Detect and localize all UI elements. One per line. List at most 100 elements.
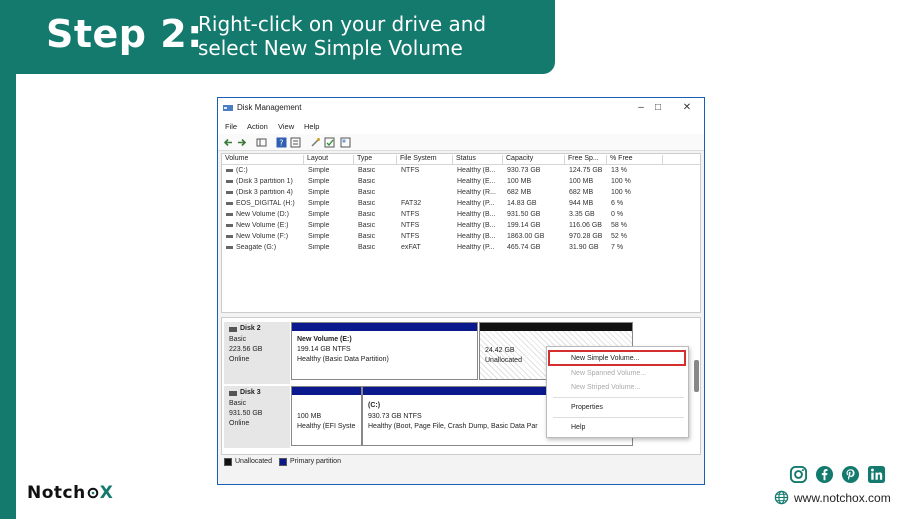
table-cell: 970.28 GB	[569, 233, 603, 240]
table-cell: Simple	[308, 222, 330, 229]
drive-icon	[226, 190, 233, 194]
table-cell: 124.75 GB	[569, 167, 603, 174]
column-layout[interactable]: Layout	[304, 155, 354, 165]
volume-name: (C:)	[236, 167, 248, 174]
disk-3-name: Disk 3	[240, 389, 261, 396]
menu-new-spanned-volume[interactable]: New Spanned Volume...	[571, 370, 646, 377]
table-row[interactable]: (Disk 3 partition 4) Simple Basic Healthy (…	[222, 188, 700, 199]
table-cell: Simple	[308, 244, 330, 251]
website-link[interactable]: www.notchox.com	[774, 490, 891, 505]
view-icon[interactable]	[340, 137, 351, 148]
help-icon[interactable]: ?	[276, 137, 287, 148]
column-volume[interactable]: Volume	[222, 155, 304, 165]
legend-unallocated: Unallocated	[235, 458, 272, 465]
table-cell: 58 %	[611, 222, 627, 229]
step-description: Right-click on your drive and select New…	[198, 12, 487, 60]
left-accent-bar	[0, 0, 16, 519]
toolbar: ?	[218, 134, 704, 151]
table-cell: Basic	[358, 178, 376, 185]
properties-icon[interactable]	[290, 137, 301, 148]
table-row[interactable]: New Volume (F:) Simple Basic NTFS Healthy (B…	[222, 232, 700, 243]
table-cell: 14.83 GB	[507, 200, 537, 207]
column-type[interactable]: Type	[354, 155, 397, 165]
table-cell: EOS_DIGITAL (H:)	[226, 200, 295, 207]
table-cell: Simple	[308, 200, 330, 207]
menu-properties[interactable]: Properties	[571, 404, 603, 411]
highlight-box	[548, 350, 686, 366]
menu-help-item[interactable]: Help	[571, 424, 585, 431]
disk-management-window: Disk Management – □ ✕ File Action View H…	[217, 97, 705, 485]
table-cell: 199.14 GB	[507, 222, 541, 229]
facebook-icon[interactable]	[815, 465, 834, 484]
table-cell: 944 MB	[569, 200, 594, 207]
logo-prefix: Notch	[27, 483, 86, 503]
table-row[interactable]: Seagate (G:) Simple Basic exFAT Healthy (P..…	[222, 243, 700, 254]
globe-icon	[774, 490, 789, 505]
disk-2-label[interactable]: Disk 2 Basic 223.56 GB Online	[224, 322, 290, 384]
disk-2-size: 223.56 GB	[229, 346, 263, 353]
pinterest-icon[interactable]	[841, 465, 860, 484]
disk-3-type: Basic	[229, 400, 247, 407]
menu-help[interactable]: Help	[304, 122, 319, 131]
check-icon[interactable]	[324, 137, 335, 148]
table-cell: New Volume (D:)	[226, 211, 289, 218]
table-row[interactable]: New Volume (D:) Simple Basic NTFS Healthy (B…	[222, 210, 700, 221]
partition-new-volume-e[interactable]: New Volume (E:) 199.14 GB NTFS Healthy (…	[291, 322, 478, 380]
menu-separator	[553, 417, 684, 418]
table-cell: Simple	[308, 233, 330, 240]
instagram-icon[interactable]	[789, 465, 808, 484]
minimize-icon[interactable]: –	[634, 101, 648, 115]
close-icon[interactable]: ✕	[680, 101, 694, 115]
table-cell: 100 MB	[507, 178, 532, 185]
volume-name: New Volume (E:)	[236, 222, 289, 229]
table-cell: Healthy (B...	[457, 167, 496, 174]
disk-3-label[interactable]: Disk 3 Basic 931.50 GB Online	[224, 386, 290, 448]
key-icon[interactable]	[310, 137, 321, 148]
drive-icon	[226, 223, 233, 227]
disk-view-scrollbar[interactable]	[694, 360, 699, 392]
primary-partition-bar	[292, 323, 477, 331]
linkedin-icon[interactable]	[867, 465, 886, 484]
table-row[interactable]: (Disk 3 partition 1) Simple Basic Healthy (…	[222, 177, 700, 188]
menu-new-striped-volume[interactable]: New Striped Volume...	[571, 384, 640, 391]
column-file-system[interactable]: File System	[397, 155, 453, 165]
menu-separator	[553, 397, 684, 398]
partition-efi[interactable]: 100 MB Healthy (EFI Syste	[291, 386, 362, 446]
column-free-space[interactable]: Free Sp...	[565, 155, 607, 165]
social-links	[789, 465, 886, 484]
drive-icon	[226, 201, 233, 205]
table-cell: 682 MB	[569, 189, 594, 196]
table-cell: Healthy (B...	[457, 222, 496, 229]
back-arrow-icon[interactable]	[223, 137, 234, 148]
drive-icon	[226, 234, 233, 238]
menu-file[interactable]: File	[225, 122, 237, 131]
unallocated-swatch	[224, 458, 232, 466]
disk-2-type: Basic	[229, 336, 247, 343]
step-banner: Step 2: Right-click on your drive and se…	[0, 0, 555, 74]
menu-view[interactable]: View	[278, 122, 294, 131]
console-tree-icon[interactable]	[256, 137, 267, 148]
table-cell: NTFS	[401, 233, 420, 240]
menu-action[interactable]: Action	[247, 122, 268, 131]
context-menu: New Simple Volume... New Spanned Volume.…	[546, 346, 689, 438]
table-cell: 6 %	[611, 200, 624, 207]
maximize-icon[interactable]: □	[651, 101, 665, 115]
table-cell: FAT32	[401, 200, 422, 207]
table-cell: 7 %	[611, 244, 624, 251]
column-capacity[interactable]: Capacity	[503, 155, 565, 165]
table-cell: Healthy (B...	[457, 233, 496, 240]
step-number: Step 2:	[46, 12, 203, 56]
table-cell: Simple	[308, 178, 330, 185]
partition-c-status: Healthy (Boot, Page File, Crash Dump, Ba…	[368, 423, 538, 430]
table-row[interactable]: New Volume (E:) Simple Basic NTFS Healthy (B…	[222, 221, 700, 232]
table-cell: Healthy (R...	[457, 189, 496, 196]
column-status[interactable]: Status	[453, 155, 503, 165]
column-percent-free[interactable]: % Free	[607, 155, 663, 165]
table-cell: New Volume (F:)	[226, 233, 288, 240]
table-cell: 682 MB	[507, 189, 532, 196]
table-cell: Seagate (G:)	[226, 244, 276, 251]
table-row[interactable]: (C:) Simple Basic NTFS Healthy (B... 930.73 G…	[222, 166, 700, 177]
table-row[interactable]: EOS_DIGITAL (H:) Simple Basic FAT32 Healthy …	[222, 199, 700, 210]
forward-arrow-icon[interactable]	[236, 137, 247, 148]
table-cell: 31.90 GB	[569, 244, 599, 251]
